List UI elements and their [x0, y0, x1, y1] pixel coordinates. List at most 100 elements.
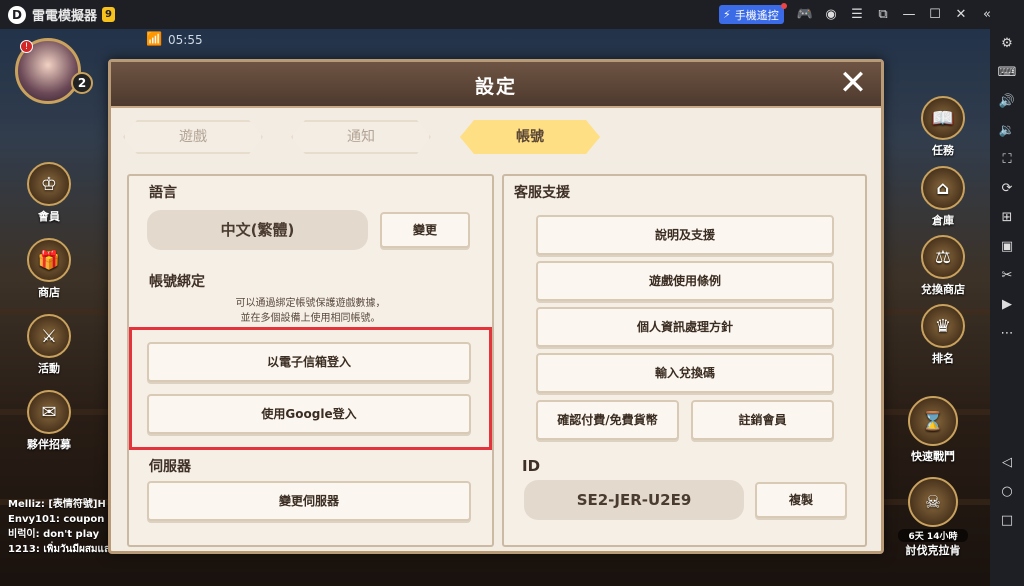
hud-exchange-label: 兌換商店	[921, 283, 965, 296]
quests-icon: 📖	[921, 96, 965, 140]
notification-dot	[780, 3, 787, 9]
copy-id-button[interactable]: 複製	[755, 482, 847, 518]
settings-tabs: 遊戲 通知 帳號	[123, 120, 873, 156]
avatar-alert-dot: !	[20, 40, 33, 53]
hud-quick-battle-label: 快速戰鬥	[911, 450, 955, 463]
kraken-timer: 6天 14小時	[898, 529, 968, 542]
hud-quests[interactable]: 📖 任務	[908, 96, 978, 158]
emulator-title: 雷電模擬器	[32, 9, 98, 24]
back-icon[interactable]: ◁	[990, 448, 1024, 477]
privacy-policy-button[interactable]: 個人資訊處理方針	[536, 307, 834, 347]
close-modal-button[interactable]: ✕	[837, 66, 869, 100]
hud-storage-label: 倉庫	[932, 214, 954, 227]
storage-icon: ⌂	[921, 166, 965, 210]
hud-quests-label: 任務	[932, 144, 954, 157]
record-icon[interactable]: ▶	[990, 290, 1024, 319]
collapse-icon[interactable]: «	[974, 7, 1000, 22]
shop-icon: 🎁	[27, 238, 71, 282]
event-icon: ⚔	[27, 314, 71, 358]
emulator-sidebar: ⚙ ⌨ 🔊 🔉 ⛶ ⟳ ⊞ ▣ ✂ ▶ ⋯ ◁ ○ □	[990, 29, 1024, 586]
hud-ranking[interactable]: ♛ 排名	[908, 304, 978, 366]
game-clock: 05:55	[168, 33, 203, 47]
terms-button[interactable]: 遊戲使用條例	[536, 261, 834, 301]
volume-down-icon[interactable]: 🔉	[990, 116, 1024, 145]
account-binding-label: 帳號綁定	[149, 274, 205, 290]
language-label: 語言	[149, 185, 177, 201]
user-id-value: SE2-JER-U2E9	[524, 480, 744, 520]
id-label: ID	[522, 457, 541, 475]
emulator-window-controls: 🎮 ◉ ☰ ⧉ — ☐ ✕ «	[792, 0, 1000, 29]
tab-account[interactable]: 帳號	[460, 120, 600, 154]
hud-membership-label: 會員	[38, 210, 60, 223]
minimize-icon[interactable]: —	[896, 7, 922, 22]
membership-icon: ♔	[27, 162, 71, 206]
delete-account-button[interactable]: 註銷會員	[691, 400, 834, 440]
support-label: 客服支援	[514, 185, 570, 201]
emulator-version-badge: 9	[102, 7, 115, 22]
hud-recruit[interactable]: ✉ 夥伴招募	[14, 390, 84, 452]
help-support-button[interactable]: 說明及支援	[536, 215, 834, 255]
player-level-badge: 2	[71, 72, 93, 94]
hud-kraken[interactable]: ☠ 6天 14小時 討伐克拉肯	[898, 477, 968, 558]
home-icon[interactable]: ○	[990, 477, 1024, 506]
screenshot-icon[interactable]: ⛶	[990, 145, 1024, 174]
redeem-code-button[interactable]: 輸入兌換碼	[536, 353, 834, 393]
change-server-button[interactable]: 變更伺服器	[147, 481, 471, 521]
user-icon[interactable]: ◉	[818, 7, 844, 22]
scissors-icon[interactable]: ✂	[990, 261, 1024, 290]
language-value: 中文(繁體)	[147, 210, 368, 250]
server-label: 伺服器	[149, 459, 191, 475]
tab-game[interactable]: 遊戲	[123, 120, 263, 154]
emulator-logo-icon: D	[8, 5, 26, 24]
hud-recruit-label: 夥伴招募	[27, 438, 71, 451]
menu-icon[interactable]: ☰	[844, 7, 870, 22]
hud-event[interactable]: ⚔ 活動	[14, 314, 84, 376]
binding-hint-line-1: 可以通過綁定帳號保護遊戲數據，	[235, 298, 386, 309]
scales-icon: ⚖	[921, 235, 965, 279]
apk-icon[interactable]: ▣	[990, 232, 1024, 261]
tab-notifications[interactable]: 通知	[291, 120, 431, 154]
chat-line: 비럭이: don't play	[8, 529, 100, 540]
add-window-icon[interactable]: ⊞	[990, 203, 1024, 232]
hud-kraken-label: 討伐克拉肯	[905, 544, 961, 557]
account-binding-hint: 可以通過綁定帳號保護遊戲數據， 並在多個設備上使用相同帳號。	[129, 296, 492, 326]
close-icon[interactable]: ✕	[948, 7, 974, 22]
hud-ranking-label: 排名	[932, 352, 954, 365]
chat-line: 1213: เพิ่มวันมีผสมแล	[8, 544, 111, 555]
wifi-icon: 📶	[146, 32, 163, 47]
volume-up-icon[interactable]: 🔊	[990, 87, 1024, 116]
hud-exchange-shop[interactable]: ⚖ 兌換商店	[908, 235, 978, 297]
kraken-icon: ☠	[908, 477, 958, 527]
gamepad-icon[interactable]: 🎮	[792, 7, 818, 22]
hud-event-label: 活動	[38, 362, 60, 375]
rotate-icon[interactable]: ⟳	[990, 174, 1024, 203]
support-panel: 客服支援 說明及支援 遊戲使用條例 個人資訊處理方針 輸入兌換碼 確認付費/免費…	[502, 174, 867, 547]
remote-control-label: 手機遙控	[734, 8, 779, 22]
hourglass-icon: ⌛	[908, 396, 958, 446]
lightning-icon: ⚡	[723, 8, 731, 21]
modal-header: 設定 ✕	[111, 62, 881, 108]
remote-control-button[interactable]: ⚡ 手機遙控	[719, 3, 787, 24]
recruit-icon: ✉	[27, 390, 71, 434]
hud-shop-label: 商店	[38, 286, 60, 299]
binding-hint-line-2: 並在多個設備上使用相同帳號。	[240, 313, 381, 324]
login-options-highlight	[129, 327, 492, 450]
ranking-icon: ♛	[921, 304, 965, 348]
modal-title: 設定	[474, 76, 517, 98]
more-icon[interactable]: ⋯	[990, 319, 1024, 348]
settings-modal: 設定 ✕ 遊戲 通知 帳號 語言 中文(繁體) 變更 帳號綁定 可以通過綁定帳號…	[108, 59, 884, 554]
hud-shop[interactable]: 🎁 商店	[14, 238, 84, 300]
maximize-icon[interactable]: ☐	[922, 7, 948, 22]
settings-icon[interactable]: ⚙	[990, 29, 1024, 58]
emulator-title-bar: D 雷電模擬器 9 ⚡ 手機遙控 🎮 ◉ ☰ ⧉ — ☐ ✕ «	[0, 0, 1024, 29]
change-language-button[interactable]: 變更	[380, 212, 470, 248]
hud-storage[interactable]: ⌂ 倉庫	[908, 166, 978, 228]
hud-membership[interactable]: ♔ 會員	[14, 162, 84, 224]
recent-icon[interactable]: □	[990, 506, 1024, 535]
restore-icon[interactable]: ⧉	[870, 7, 896, 22]
chat-line: Melliz: [表情符號]H	[8, 499, 106, 510]
hud-quick-battle[interactable]: ⌛ 快速戰鬥	[898, 396, 968, 464]
chat-log[interactable]: Melliz: [表情符號]H Envy101: coupon 비럭이: don…	[8, 497, 110, 557]
keyboard-icon[interactable]: ⌨	[990, 58, 1024, 87]
currency-check-button[interactable]: 確認付費/免費貨幣	[536, 400, 679, 440]
